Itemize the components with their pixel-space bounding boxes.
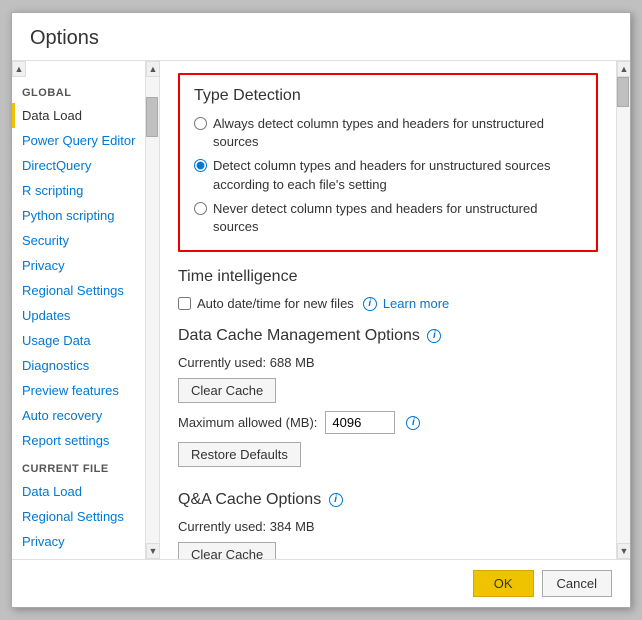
main-wrapper: Type Detection Always detect column type… bbox=[160, 61, 630, 559]
sidebar-item-report-settings[interactable]: Report settings bbox=[12, 428, 145, 453]
qa-cache-section: Q&A Cache Options i Currently used: 384 … bbox=[178, 491, 598, 559]
sidebar-item-preview-features[interactable]: Preview features bbox=[12, 378, 145, 403]
main-scroll-thumb[interactable] bbox=[617, 77, 629, 107]
sidebar-item-diagnostics[interactable]: Diagnostics bbox=[12, 353, 145, 378]
main-sb-down[interactable]: ▼ bbox=[617, 543, 630, 559]
sidebar-scroll-up[interactable]: ▲ bbox=[12, 61, 26, 77]
data-cache-info-icon: i bbox=[427, 329, 441, 343]
qa-cache-used: Currently used: 384 MB bbox=[178, 519, 598, 534]
auto-datetime-checkbox[interactable] bbox=[178, 297, 191, 310]
sidebar-item-direct-query[interactable]: DirectQuery bbox=[12, 153, 145, 178]
sidebar-item-regional-settings[interactable]: Regional Settings bbox=[12, 278, 145, 303]
sidebar-scrollbar: ▲ ▼ bbox=[145, 61, 159, 559]
data-cache-title: Data Cache Management Options i bbox=[178, 327, 598, 345]
qa-cache-info-icon: i bbox=[329, 493, 343, 507]
sidebar-item-cf-regional-settings[interactable]: Regional Settings bbox=[12, 504, 145, 529]
sidebar-wrapper: ▲ GLOBAL Data Load Power Query Editor Di… bbox=[12, 61, 160, 559]
radio-per-file[interactable] bbox=[194, 159, 207, 172]
data-cache-section: Data Cache Management Options i Currentl… bbox=[178, 327, 598, 475]
radio-never[interactable] bbox=[194, 202, 207, 215]
sidebar-item-cf-auto-recovery[interactable]: Auto recovery bbox=[12, 554, 145, 559]
sidebar-item-data-load[interactable]: Data Load bbox=[12, 103, 145, 128]
current-file-section-label: CURRENT FILE bbox=[12, 453, 145, 479]
sidebar-sb-up[interactable]: ▲ bbox=[146, 61, 160, 77]
dialog-body: ▲ GLOBAL Data Load Power Query Editor Di… bbox=[12, 61, 630, 559]
global-section-label: GLOBAL bbox=[12, 77, 145, 103]
main-sb-up[interactable]: ▲ bbox=[617, 61, 630, 77]
sidebar-item-cf-privacy[interactable]: Privacy bbox=[12, 529, 145, 554]
cancel-button[interactable]: Cancel bbox=[542, 570, 612, 597]
radio-always[interactable] bbox=[194, 117, 207, 130]
main-scrollbar: ▲ ▼ bbox=[616, 61, 630, 559]
auto-datetime-info-icon: i bbox=[363, 297, 377, 311]
sidebar-item-usage-data[interactable]: Usage Data bbox=[12, 328, 145, 353]
data-cache-max-input[interactable] bbox=[325, 411, 395, 434]
sidebar-item-r-scripting[interactable]: R scripting bbox=[12, 178, 145, 203]
type-detection-options: Always detect column types and headers f… bbox=[194, 115, 582, 236]
data-cache-restore-button[interactable]: Restore Defaults bbox=[178, 442, 301, 467]
sidebar-item-updates[interactable]: Updates bbox=[12, 303, 145, 328]
data-cache-max-row: Maximum allowed (MB): i bbox=[178, 411, 598, 434]
dialog-title: Options bbox=[12, 13, 630, 61]
sidebar-scroll-thumb[interactable] bbox=[146, 97, 158, 137]
data-cache-clear-button[interactable]: Clear Cache bbox=[178, 378, 276, 403]
ok-button[interactable]: OK bbox=[473, 570, 534, 597]
data-cache-used: Currently used: 688 MB bbox=[178, 355, 598, 370]
qa-cache-title: Q&A Cache Options i bbox=[178, 491, 598, 509]
learn-more-link[interactable]: Learn more bbox=[383, 296, 449, 311]
sidebar-item-cf-data-load[interactable]: Data Load bbox=[12, 479, 145, 504]
type-detection-section: Type Detection Always detect column type… bbox=[178, 73, 598, 252]
sidebar-item-privacy[interactable]: Privacy bbox=[12, 253, 145, 278]
sidebar-item-power-query-editor[interactable]: Power Query Editor bbox=[12, 128, 145, 153]
sidebar-item-auto-recovery[interactable]: Auto recovery bbox=[12, 403, 145, 428]
type-detection-title: Type Detection bbox=[194, 87, 582, 105]
dialog-footer: OK Cancel bbox=[12, 559, 630, 607]
qa-cache-clear-button[interactable]: Clear Cache bbox=[178, 542, 276, 559]
time-intelligence-section: Time intelligence Auto date/time for new… bbox=[178, 268, 598, 311]
main-content: Type Detection Always detect column type… bbox=[160, 61, 616, 559]
options-dialog: Options ▲ GLOBAL Data Load Power Query E… bbox=[11, 12, 631, 608]
auto-datetime-row: Auto date/time for new files i Learn mor… bbox=[178, 296, 598, 311]
sidebar-sb-down[interactable]: ▼ bbox=[146, 543, 160, 559]
type-detection-option-per-file[interactable]: Detect column types and headers for unst… bbox=[194, 157, 582, 193]
data-cache-max-info-icon: i bbox=[406, 416, 420, 430]
sidebar-item-security[interactable]: Security bbox=[12, 228, 145, 253]
type-detection-option-always[interactable]: Always detect column types and headers f… bbox=[194, 115, 582, 151]
auto-datetime-label: Auto date/time for new files bbox=[197, 296, 354, 311]
sidebar-list: ▲ GLOBAL Data Load Power Query Editor Di… bbox=[12, 61, 145, 559]
type-detection-option-never[interactable]: Never detect column types and headers fo… bbox=[194, 200, 582, 236]
time-intelligence-title: Time intelligence bbox=[178, 268, 598, 286]
sidebar-item-python-scripting[interactable]: Python scripting bbox=[12, 203, 145, 228]
